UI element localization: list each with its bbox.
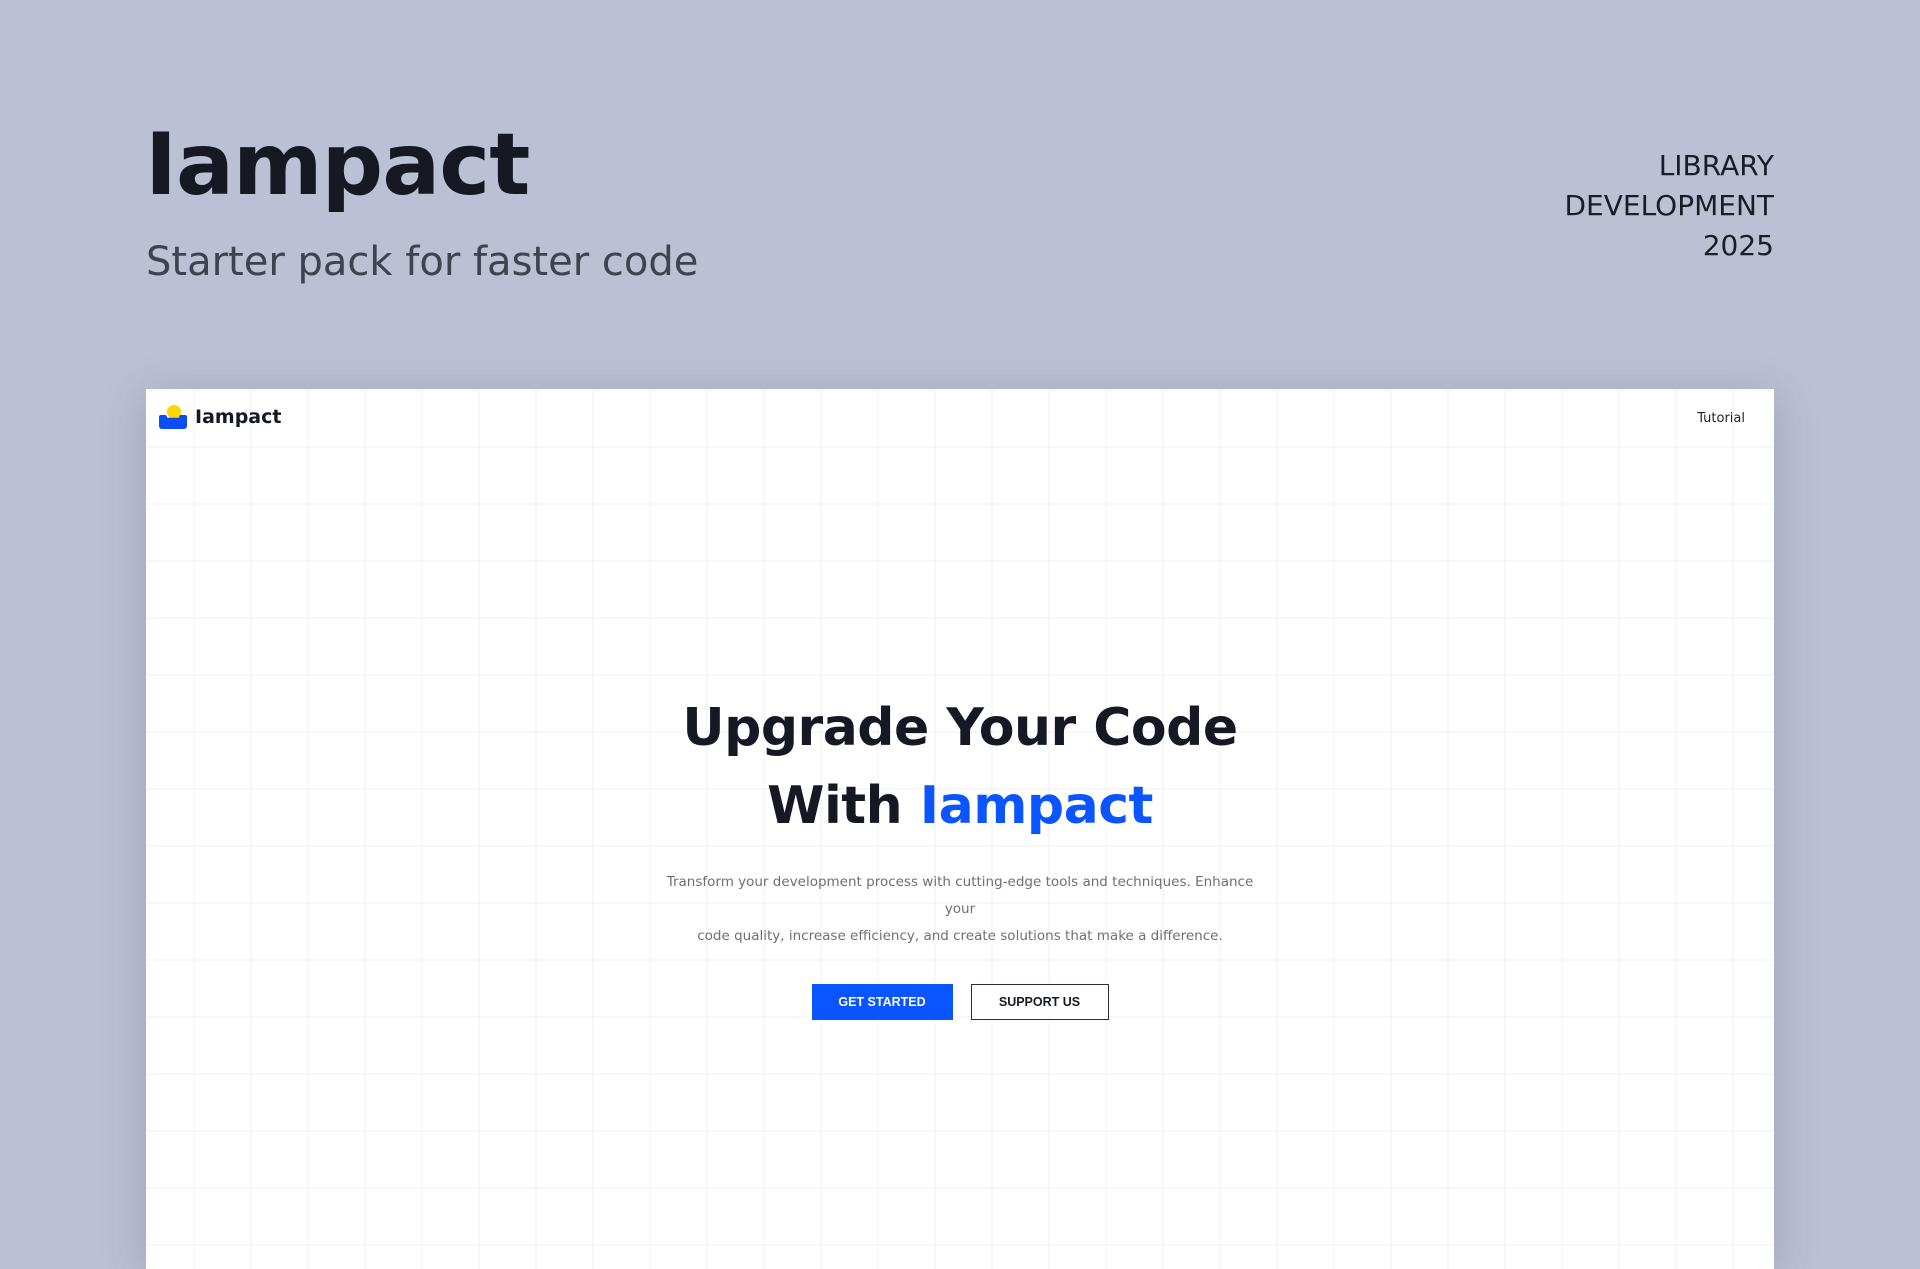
get-started-button[interactable]: GET STARTED [811, 984, 953, 1020]
hero-description-line1: Transform your development process with … [666, 874, 1254, 917]
hero-heading-accent: Iampact [919, 776, 1154, 836]
nav-link-tutorial[interactable]: Tutorial [1697, 411, 1745, 426]
support-us-button[interactable]: SUPPORT US [970, 984, 1109, 1020]
sun-over-house-logo-icon [159, 405, 187, 429]
hero-heading: Upgrade Your Code With Iampact [146, 689, 1774, 845]
hero-heading-line1: Upgrade Your Code [682, 698, 1238, 758]
hero-cta-group: GET STARTED SUPPORT US [146, 984, 1774, 1020]
page-title: Iampact [145, 115, 530, 215]
meta-line-type: DEVELOPMENT [1564, 189, 1774, 222]
preview-logo-text: Iampact [195, 406, 282, 428]
website-preview: Iampact Tutorial Upgrade Your Code With … [146, 389, 1774, 1269]
meta-line-category: LIBRARY [1658, 149, 1774, 182]
meta-line-year: 2025 [1702, 229, 1774, 262]
hero-description: Transform your development process with … [660, 869, 1260, 950]
meta-block: LIBRARY DEVELOPMENT 2025 [1564, 146, 1774, 266]
hero-section: Upgrade Your Code With Iampact Transform… [146, 689, 1774, 1020]
preview-logo[interactable]: Iampact [159, 405, 281, 429]
hero-heading-prefix: With [767, 776, 903, 836]
hero-description-line2: code quality, increase efficiency, and c… [697, 928, 1223, 944]
preview-navbar: Iampact Tutorial [146, 389, 1774, 449]
page-subtitle: Starter pack for faster code [146, 239, 699, 285]
